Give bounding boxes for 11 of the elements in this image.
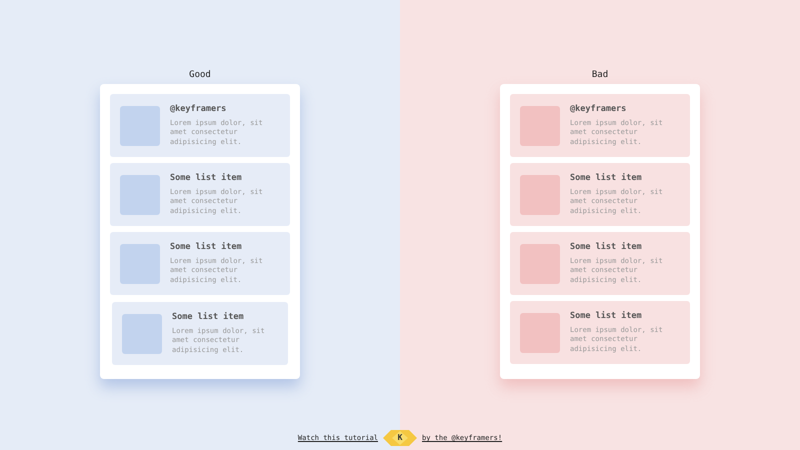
thumbnail-placeholder	[120, 244, 160, 284]
panel-heading: Good	[189, 69, 211, 81]
thumbnail-placeholder	[120, 174, 160, 214]
panel-heading: Bad	[592, 69, 608, 81]
thumbnail-placeholder	[520, 244, 560, 284]
keyframers-logo[interactable]: K	[383, 430, 417, 446]
thumbnail-placeholder	[520, 106, 560, 146]
thumbnail-placeholder	[520, 174, 560, 214]
thumbnail-placeholder	[122, 314, 162, 354]
thumbnail-placeholder	[120, 106, 160, 146]
thumbnail-placeholder	[520, 312, 560, 352]
